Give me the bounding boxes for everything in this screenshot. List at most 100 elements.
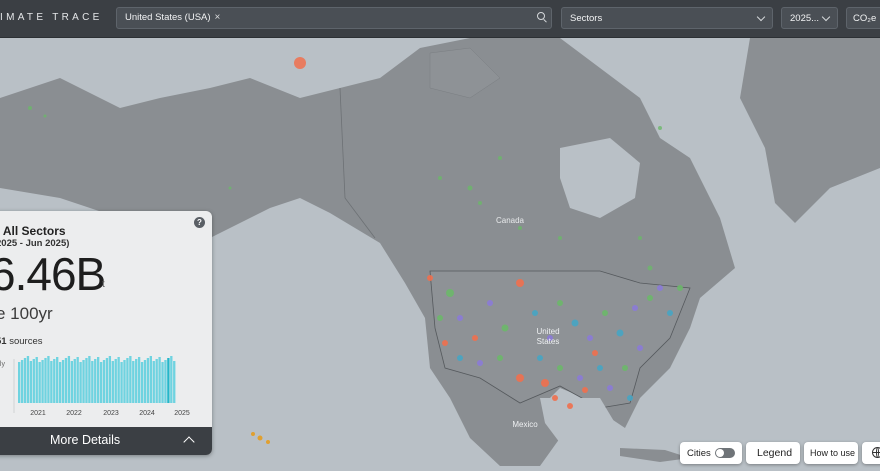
chart-bar[interactable]	[114, 359, 117, 403]
chart-bar[interactable]	[73, 359, 76, 403]
chart-bar[interactable]	[97, 357, 100, 403]
chart-bar[interactable]	[135, 359, 138, 403]
chart-bar[interactable]	[117, 357, 120, 403]
map-label-us-2: States	[537, 337, 560, 346]
chart-bar[interactable]	[58, 362, 62, 403]
chart-year-label: 2021	[30, 410, 46, 417]
country-chip-label: United States (USA)	[125, 12, 211, 23]
chart-bar[interactable]	[129, 356, 132, 403]
chart-bar[interactable]	[158, 357, 161, 403]
how-to-use-label: How to use	[810, 448, 856, 458]
emissions-info-panel: : All Sectors 2025 - Jun 2025) ? 6.46B t…	[0, 211, 212, 455]
chevron-up-icon[interactable]	[183, 436, 195, 448]
legend-button[interactable]: Legend	[746, 442, 800, 464]
chevron-down-icon	[821, 12, 831, 22]
chart-bar[interactable]	[152, 361, 155, 403]
chart-year-label: 2023	[103, 410, 119, 417]
chart-bar[interactable]	[105, 358, 109, 403]
chart-bar[interactable]	[173, 361, 176, 403]
chart-bar[interactable]	[167, 358, 170, 403]
chart-bar[interactable]	[44, 358, 47, 403]
chart-bar[interactable]	[79, 362, 82, 403]
map-label-mexico: Mexico	[512, 420, 538, 429]
search-icon[interactable]	[537, 12, 545, 20]
chart-bar[interactable]	[20, 360, 24, 403]
emissions-unit: t	[102, 279, 105, 290]
sources-count: 51 sources	[0, 336, 42, 347]
chart-bar[interactable]	[76, 357, 79, 403]
chart-bar[interactable]	[111, 361, 114, 403]
chart-bar[interactable]	[149, 356, 152, 403]
help-icon[interactable]: ?	[194, 217, 205, 228]
chart-bar[interactable]	[47, 356, 50, 403]
chart-bar[interactable]	[123, 360, 126, 403]
chart-bar[interactable]	[120, 362, 123, 403]
chart-bar[interactable]	[18, 362, 21, 403]
chart-bar[interactable]	[126, 358, 129, 403]
chart-bar[interactable]	[70, 361, 73, 403]
more-details-label: More Details	[50, 433, 121, 447]
sectors-dropdown[interactable]: Sectors	[561, 7, 773, 29]
chart-bar[interactable]	[26, 356, 30, 403]
language-button[interactable]	[862, 442, 880, 464]
chart-bar[interactable]	[161, 362, 164, 403]
chart-bar[interactable]	[132, 361, 135, 403]
chip-remove-icon[interactable]: ×	[215, 12, 221, 23]
chart-bar[interactable]	[85, 358, 88, 403]
cities-label: Cities	[687, 448, 711, 459]
more-details-button[interactable]: More Details	[0, 427, 212, 455]
map-label-canada: Canada	[496, 216, 525, 225]
chart-bar[interactable]	[140, 362, 144, 403]
chart-year-label: 2025	[174, 410, 190, 417]
chart-bar[interactable]	[164, 360, 167, 403]
chart-bar[interactable]	[38, 362, 41, 403]
chart-year-label: 2024	[139, 410, 155, 417]
legend-label: Legend	[757, 447, 793, 459]
globe-icon	[872, 447, 880, 458]
chart-bar[interactable]	[143, 360, 147, 403]
top-bar: IMATE TRACE United States (USA) × Sectors…	[0, 0, 880, 38]
chart-year-label: 2022	[66, 410, 82, 417]
co2-label: e 100yr	[0, 304, 53, 323]
chart-bar[interactable]	[82, 360, 85, 403]
chart-bar[interactable]	[61, 360, 65, 403]
search-input[interactable]: United States (USA) ×	[116, 7, 552, 29]
chart-bar[interactable]	[91, 361, 94, 403]
chart-bar[interactable]	[29, 361, 33, 403]
chart-bar[interactable]	[53, 359, 56, 403]
chart-bar[interactable]	[41, 360, 44, 403]
gas-dropdown[interactable]: CO₂e	[846, 7, 880, 29]
chart-bar[interactable]	[88, 356, 91, 403]
emissions-total: 6.46B	[0, 248, 106, 300]
chart-bar[interactable]	[170, 356, 173, 403]
map-label-us-1: United	[536, 327, 559, 336]
chart-bar[interactable]	[23, 358, 27, 403]
chart-bar[interactable]	[102, 360, 106, 403]
sectors-label: Sectors	[570, 13, 603, 24]
gas-label: CO₂e	[853, 13, 877, 24]
chart-bar[interactable]	[99, 362, 103, 403]
chart-bar[interactable]	[56, 357, 59, 403]
year-label: 2025...	[790, 13, 820, 24]
chevron-down-icon	[756, 12, 766, 22]
country-chip[interactable]: United States (USA) ×	[125, 12, 220, 23]
panel-title: : All Sectors	[0, 224, 66, 238]
monthly-emissions-chart[interactable]: 2021 2022 2023 2024 2025	[0, 351, 212, 417]
chart-bar[interactable]	[94, 359, 97, 403]
chart-bar[interactable]	[155, 359, 158, 403]
chart-bar[interactable]	[146, 358, 150, 403]
chart-bar[interactable]	[64, 358, 68, 403]
cities-switch[interactable]	[715, 448, 735, 458]
chart-bar[interactable]	[108, 356, 112, 403]
sources-text: sources	[9, 336, 43, 347]
chart-bar[interactable]	[67, 356, 71, 403]
sources-number: 51	[0, 336, 7, 347]
brand-logo: IMATE TRACE	[0, 12, 103, 23]
chart-bar[interactable]	[50, 361, 53, 403]
year-dropdown[interactable]: 2025...	[781, 7, 838, 29]
chart-bar[interactable]	[32, 359, 35, 403]
chart-bar[interactable]	[137, 357, 141, 403]
how-to-use-button[interactable]: How to use	[804, 442, 858, 464]
cities-toggle[interactable]: Cities	[680, 442, 742, 464]
chart-bar[interactable]	[35, 357, 38, 403]
